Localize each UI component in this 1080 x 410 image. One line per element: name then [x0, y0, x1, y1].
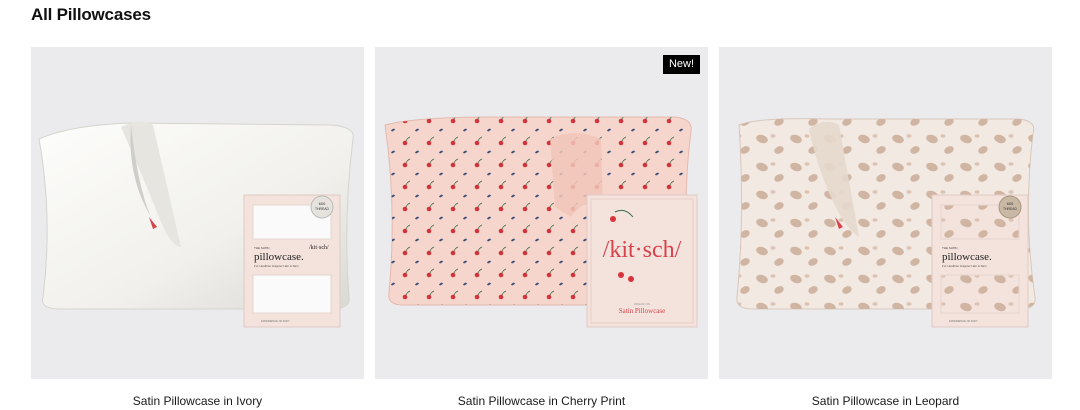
svg-text:For Healthier Happier Hair & S: For Healthier Happier Hair & Skin: [942, 264, 987, 268]
cherry-box-eyebrow: DREAM ON: [634, 302, 650, 306]
cherry-box: /kit·sch/ DREAM ON Satin Pillowcase: [586, 194, 698, 328]
svg-text:THREAD: THREAD: [315, 207, 329, 211]
product-name-cherry[interactable]: Satin Pillowcase in Cherry Print: [375, 394, 708, 408]
leopard-box: 600 THREAD THE SATIN pillowcase. For Hea…: [931, 194, 1029, 328]
svg-text:THE SATIN: THE SATIN: [942, 246, 957, 250]
svg-text:EXPERIENCE: 00 SOFT: EXPERIENCE: 00 SOFT: [261, 319, 290, 323]
svg-text:EXPERIENCE: 00 SOFT: EXPERIENCE: 00 SOFT: [949, 319, 978, 323]
svg-text:pillowcase.: pillowcase.: [942, 251, 992, 263]
ivory-box-title: pillowcase.: [254, 251, 304, 263]
ivory-box-eyebrow: THE SATIN: [254, 246, 269, 250]
ivory-pillow-image: 600 THREAD THE SATIN pillowcase. /kit·sc…: [38, 121, 354, 328]
section-title: All Pillowcases: [31, 5, 151, 24]
leopard-pillow-image: 600 THREAD THE SATIN pillowcase. For Hea…: [736, 118, 1036, 328]
product-card-leopard[interactable]: 600 THREAD THE SATIN pillowcase. For Hea…: [719, 47, 1052, 408]
product-name-ivory[interactable]: Satin Pillowcase in Ivory: [31, 394, 364, 408]
svg-text:For Healthier Happier Hair & S: For Healthier Happier Hair & Skin: [254, 264, 299, 268]
cherry-box-brand: /kit·sch/: [603, 237, 682, 263]
svg-text:600: 600: [1007, 201, 1014, 206]
cherry-box-title: Satin Pillowcase: [619, 307, 665, 315]
product-image-cherry[interactable]: New! /kit·sch/ DREAM ON Satin Pillowcase: [375, 47, 708, 379]
svg-text:THREAD: THREAD: [1003, 207, 1017, 211]
product-name-leopard[interactable]: Satin Pillowcase in Leopard: [719, 394, 1052, 408]
product-image-leopard[interactable]: 600 THREAD THE SATIN pillowcase. For Hea…: [719, 47, 1052, 379]
svg-text:600: 600: [319, 201, 326, 206]
product-card-cherry[interactable]: New! /kit·sch/ DREAM ON Satin Pillowcase…: [375, 47, 708, 408]
ivory-box: 600 THREAD THE SATIN pillowcase. /kit·sc…: [243, 194, 341, 328]
cherry-pillow-image: /kit·sch/ DREAM ON Satin Pillowcase: [384, 116, 698, 328]
new-badge: New!: [662, 55, 700, 74]
product-image-ivory[interactable]: 600 THREAD THE SATIN pillowcase. /kit·sc…: [31, 47, 364, 379]
svg-text:/kit·sch/: /kit·sch/: [309, 245, 329, 251]
product-card-ivory[interactable]: 600 THREAD THE SATIN pillowcase. /kit·sc…: [31, 47, 364, 408]
